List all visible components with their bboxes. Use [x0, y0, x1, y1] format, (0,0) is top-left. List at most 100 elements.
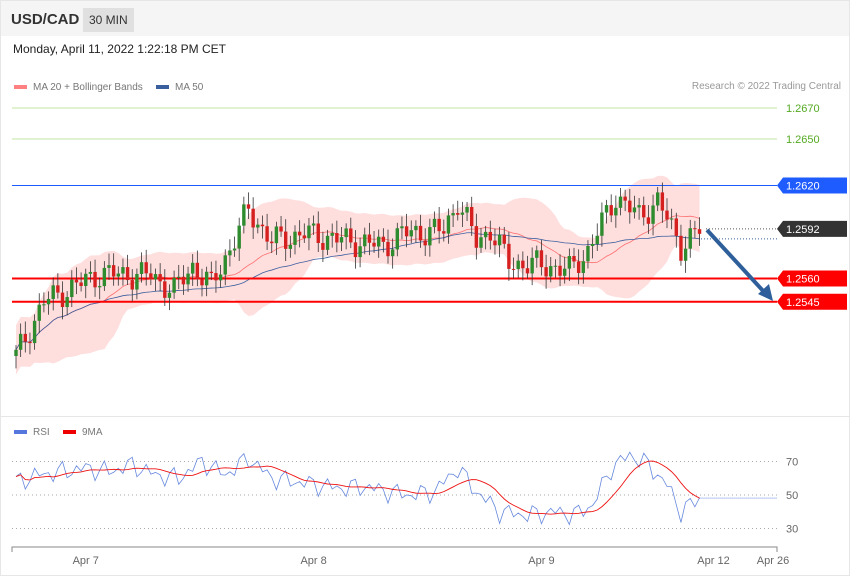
- candle-body: [535, 250, 539, 258]
- candle-body: [483, 231, 488, 238]
- candle-body: [339, 237, 344, 243]
- candle-body: [293, 231, 297, 245]
- candle-body: [111, 265, 116, 277]
- candle-body: [51, 285, 55, 299]
- candle-body: [660, 192, 665, 211]
- candle-body: [307, 225, 311, 239]
- candle-body: [400, 226, 404, 229]
- candle-body: [186, 273, 190, 285]
- candle-body: [493, 240, 497, 246]
- candle-body: [367, 234, 372, 243]
- candle-body: [576, 261, 581, 274]
- candle-body: [177, 276, 181, 278]
- candle-body: [209, 271, 213, 274]
- candle-body: [88, 271, 93, 274]
- candle-body: [70, 279, 74, 298]
- x-tick-label: Apr 9: [528, 555, 554, 567]
- candle-body: [363, 234, 367, 247]
- candle-body: [507, 243, 511, 269]
- candle-body: [14, 349, 18, 356]
- candle-body: [60, 292, 65, 308]
- candle-body: [56, 285, 60, 293]
- candle-body: [437, 218, 441, 232]
- level-label-1.2650: 1.2650: [786, 134, 820, 146]
- candle-body: [497, 234, 502, 246]
- candle-body: [79, 282, 83, 286]
- candle-body: [614, 207, 618, 216]
- candle-body: [246, 204, 251, 209]
- candle-body: [516, 260, 520, 270]
- candle-body: [32, 320, 37, 344]
- level-label-1.2545: 1.2545: [786, 297, 820, 309]
- candle-body: [488, 231, 492, 241]
- candle-body: [563, 268, 567, 276]
- candle-body: [530, 257, 534, 274]
- candle-body: [335, 233, 339, 243]
- candle-body: [651, 205, 655, 224]
- candle-body: [474, 226, 479, 248]
- candle-body: [167, 292, 172, 298]
- level-label-1.2560: 1.2560: [786, 274, 820, 286]
- candle-body: [270, 241, 274, 244]
- candle-body: [84, 273, 88, 286]
- candle-body: [604, 205, 609, 213]
- candle-body: [590, 243, 595, 247]
- rsi-tick-label: 30: [786, 524, 798, 536]
- candle-body: [135, 273, 139, 290]
- candle-body: [325, 235, 330, 250]
- x-tick-label: Apr 12: [697, 555, 729, 567]
- candle-body: [683, 248, 688, 261]
- candle-body: [586, 246, 590, 262]
- candle-body: [567, 256, 572, 269]
- candle-body: [153, 274, 158, 280]
- candle-body: [525, 268, 530, 274]
- candle-body: [116, 273, 120, 277]
- candle-body: [330, 233, 334, 236]
- candle-body: [28, 341, 32, 344]
- candle-body: [428, 227, 432, 246]
- candle-body: [558, 265, 562, 276]
- candle-body: [600, 212, 604, 236]
- candle-body: [609, 205, 613, 216]
- candle-body: [288, 244, 293, 249]
- candle-body: [404, 226, 409, 237]
- candle-body: [23, 333, 27, 342]
- candle-body: [618, 196, 623, 208]
- candle-body: [502, 234, 506, 244]
- candle-body: [386, 241, 390, 257]
- candle-body: [93, 271, 97, 288]
- candle-body: [214, 273, 218, 281]
- candle-body: [656, 192, 660, 206]
- candle-body: [102, 267, 107, 287]
- candle-body: [460, 212, 465, 215]
- candle-body: [232, 248, 237, 251]
- candle-body: [432, 218, 437, 228]
- candle-body: [223, 255, 227, 275]
- candle-body: [344, 228, 348, 238]
- level-label-1.2670: 1.2670: [786, 103, 820, 115]
- chart-widget: USD/CAD 30 MIN Monday, April 11, 2022 1:…: [0, 0, 850, 576]
- candle-body: [418, 225, 423, 241]
- candle-body: [65, 297, 69, 308]
- x-tick-label: Apr 26: [757, 555, 789, 567]
- candle-body: [74, 279, 79, 283]
- candle-body: [381, 236, 386, 242]
- candle-body: [130, 280, 134, 290]
- candle-body: [479, 237, 483, 248]
- candle-body: [521, 260, 525, 269]
- candle-body: [316, 223, 320, 243]
- candle-body: [572, 256, 576, 262]
- candle-body: [539, 250, 544, 268]
- candle-body: [595, 235, 599, 244]
- candle-body: [423, 240, 427, 246]
- candle-body: [181, 276, 186, 285]
- candle-body: [470, 206, 474, 227]
- x-axis: [11, 546, 778, 552]
- x-tick-label: Apr 8: [300, 555, 326, 567]
- candle-body: [297, 231, 302, 236]
- candle-body: [172, 277, 176, 293]
- candle-body: [442, 231, 446, 234]
- candle-body: [553, 265, 558, 267]
- candle-body: [311, 223, 316, 226]
- candle-body: [163, 281, 167, 298]
